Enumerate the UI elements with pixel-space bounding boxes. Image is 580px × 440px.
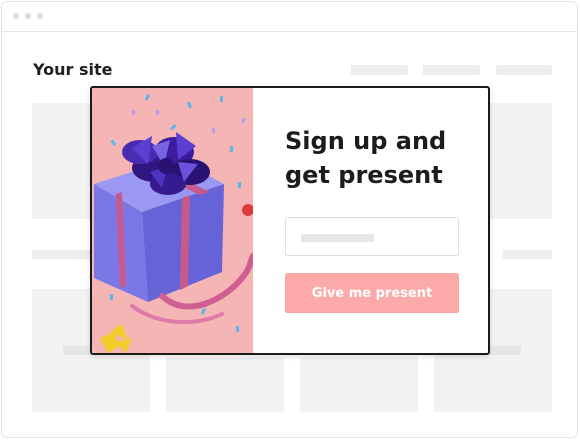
text-line-placeholder <box>503 250 552 259</box>
give-me-present-button[interactable]: Give me present <box>285 273 459 313</box>
text-line-placeholder <box>32 250 94 259</box>
content-block-placeholder <box>490 103 552 219</box>
nav-item-placeholder[interactable] <box>496 65 552 75</box>
gift-box-icon <box>92 88 253 353</box>
input-placeholder-line <box>301 234 374 242</box>
site-title: Your site <box>33 60 113 79</box>
nav-item-placeholder[interactable] <box>423 65 480 75</box>
popup-title: Sign up and get present <box>285 127 447 189</box>
window-control-dot[interactable] <box>25 13 31 19</box>
email-input[interactable] <box>285 217 459 256</box>
window-titlebar <box>2 2 577 32</box>
window-control-dot[interactable] <box>37 13 43 19</box>
content-block-placeholder <box>32 103 94 219</box>
signup-popup: Sign up and get present Give me present <box>90 86 490 355</box>
nav-item-placeholder[interactable] <box>351 65 408 75</box>
text-line-placeholder <box>490 346 521 355</box>
card-placeholder <box>166 357 284 412</box>
card-placeholder <box>300 357 418 412</box>
window-control-dot[interactable] <box>13 13 19 19</box>
